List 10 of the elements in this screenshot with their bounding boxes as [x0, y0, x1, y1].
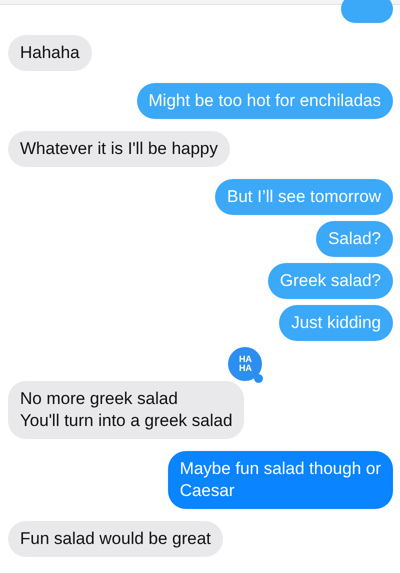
- message-bubble: Greek salad?: [268, 263, 393, 299]
- message-bubble: Whatever it is I'll be happy: [8, 131, 230, 167]
- haha-tapback-badge: HA HA: [228, 347, 262, 381]
- message-bubble: Just kidding: [279, 305, 393, 341]
- message-bubble: Fun salad would be great: [8, 521, 223, 557]
- message-bubble: But I’ll see tomorrow: [215, 179, 393, 215]
- message-bubble: Maybe fun salad though or Caesar: [168, 451, 393, 509]
- message-bubble: Might be too hot for enchiladas: [136, 83, 393, 119]
- message-bubble: Hahaha: [8, 35, 92, 71]
- message-bubble: Salad?: [316, 221, 393, 257]
